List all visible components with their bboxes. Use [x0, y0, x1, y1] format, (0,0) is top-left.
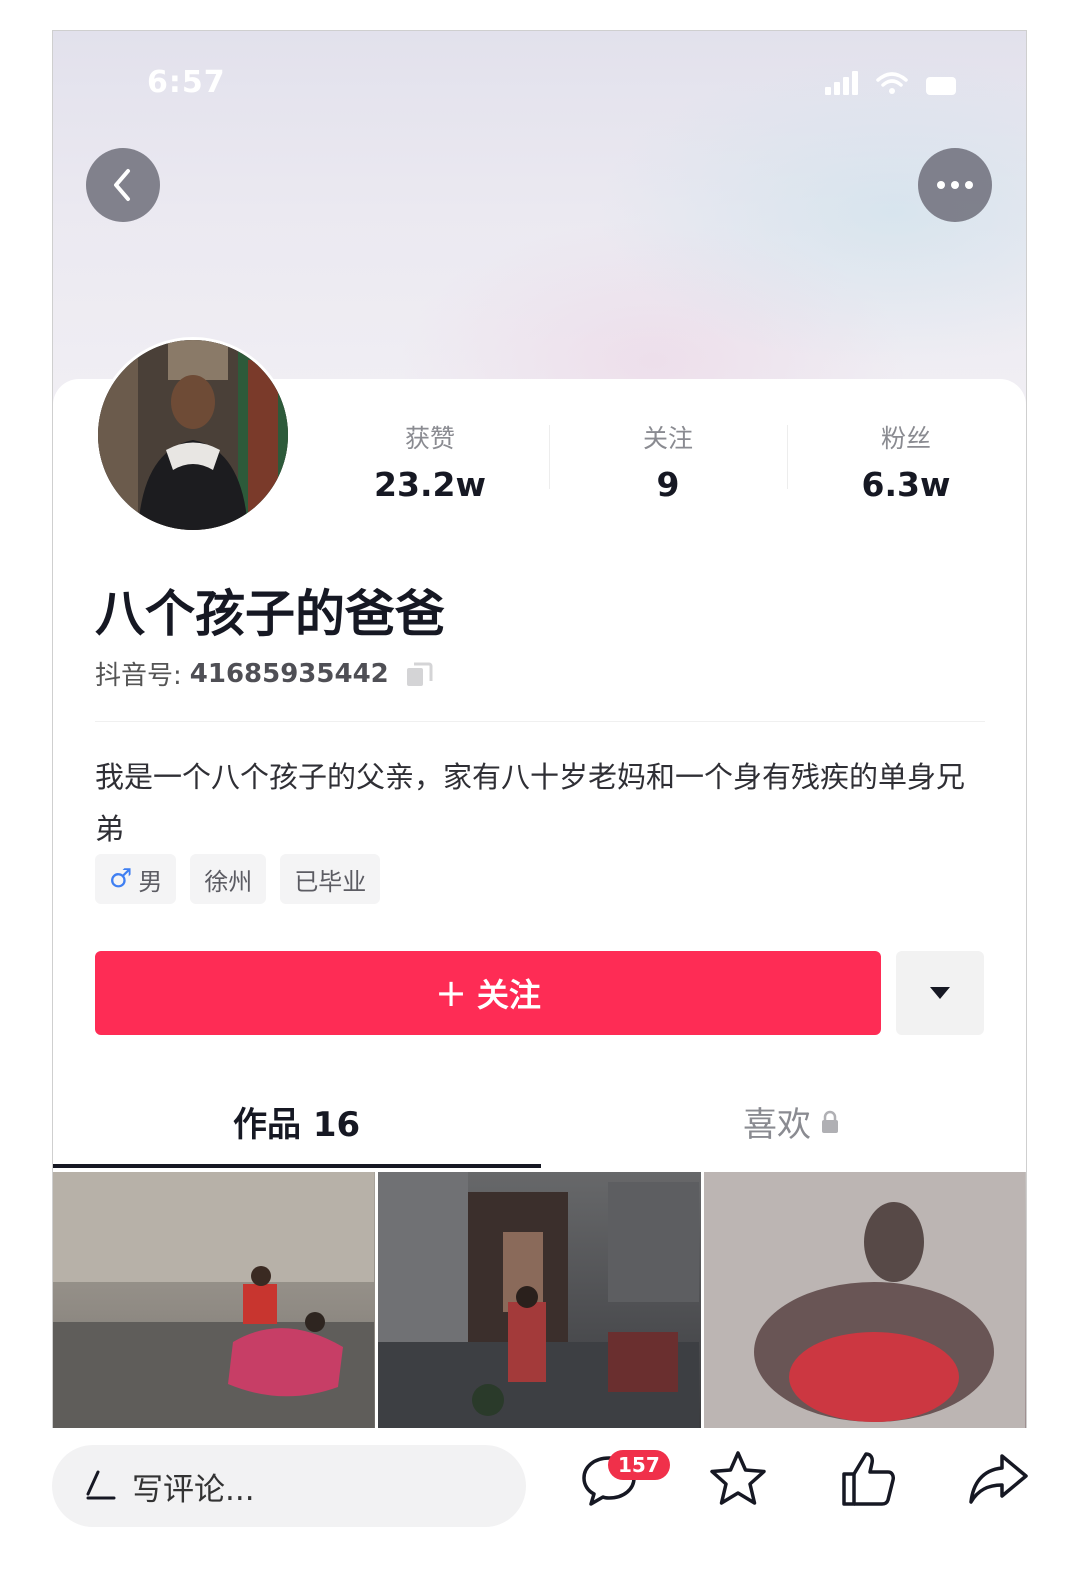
divider: [95, 721, 985, 722]
stat-label: 关注: [642, 424, 693, 453]
work-thumbnail[interactable]: [378, 1172, 701, 1429]
tag-gender-label: 男: [138, 867, 163, 896]
profile-bio: 我是一个八个孩子的父亲，家有八十岁老妈和一个身有残疾的单身兄弟: [95, 760, 966, 846]
favorite-button[interactable]: [706, 1448, 770, 1510]
share-icon: [969, 1454, 1028, 1504]
more-icon: [937, 181, 973, 189]
comment-placeholder: 写评论...: [132, 1471, 255, 1508]
share-button[interactable]: [966, 1448, 1030, 1510]
avatar-photo: [98, 340, 288, 530]
account-id-value: 41685935442: [189, 658, 389, 689]
recommend-dropdown-button[interactable]: [896, 951, 984, 1035]
profile-stats: 获赞 23.2w 关注 9 粉丝 6.3w: [311, 419, 1026, 504]
work-thumbnail[interactable]: [53, 1172, 376, 1429]
signal-icon: [825, 71, 858, 95]
account-id-label: 抖音号:: [95, 661, 182, 691]
stat-label: 粉丝: [880, 424, 931, 453]
comment-input[interactable]: 写评论...: [52, 1445, 526, 1527]
tag-city-label: 徐州: [204, 867, 253, 896]
status-icons: [825, 71, 956, 95]
follow-label: 关注: [476, 976, 541, 1014]
star-icon: [710, 1451, 766, 1505]
wifi-icon: [876, 72, 908, 94]
active-tab-indicator: [53, 1164, 541, 1168]
stat-followers[interactable]: 粉丝 6.3w: [787, 419, 1025, 504]
dropdown-icon: [930, 987, 950, 999]
profile-name: 八个孩子的爸爸: [95, 585, 445, 643]
plus-icon: +: [435, 971, 467, 1015]
stat-following[interactable]: 关注 9: [549, 419, 787, 504]
tag-education: 已毕业: [280, 854, 381, 904]
like-button[interactable]: [836, 1448, 898, 1510]
thumbs-up-icon: [842, 1452, 895, 1506]
lock-icon: [822, 1110, 838, 1133]
tag-gender: ♂ 男: [95, 854, 177, 904]
account-id-row: 抖音号: 41685935442: [95, 655, 435, 692]
tab-likes-label: 喜欢: [743, 1105, 811, 1145]
profile-screenshot: 6:57 获赞 23.2w 关注 9 粉丝 6.3w 八个孩子的爸爸 抖音号: …: [52, 30, 1027, 1429]
tab-likes[interactable]: 喜欢: [743, 1097, 839, 1146]
battery-icon: [926, 77, 956, 95]
male-icon: ♂: [109, 864, 133, 894]
avatar[interactable]: [95, 337, 291, 533]
stat-likes[interactable]: 获赞 23.2w: [311, 419, 549, 504]
stat-label: 获赞: [404, 424, 455, 453]
follow-button[interactable]: + 关注: [95, 951, 881, 1035]
work-thumbnail[interactable]: [703, 1172, 1026, 1429]
back-icon: [114, 169, 130, 201]
works-grid: [53, 1172, 1026, 1429]
stat-value: 6.3w: [861, 465, 951, 504]
comment-count-badge: 157: [608, 1450, 670, 1480]
profile-tags: ♂ 男 徐州 已毕业: [95, 854, 381, 904]
copy-icon[interactable]: [405, 660, 435, 688]
stat-value: 23.2w: [374, 465, 486, 504]
comment-bar: 写评论... 157: [0, 1428, 1080, 1571]
stat-value: 9: [656, 465, 680, 504]
tag-city: 徐州: [190, 854, 267, 904]
more-button[interactable]: [918, 148, 992, 222]
pen-icon: [84, 1470, 118, 1502]
tab-works[interactable]: 作品 16: [233, 1097, 360, 1146]
status-time: 6:57: [147, 65, 226, 100]
tag-education-label: 已毕业: [294, 867, 367, 896]
back-button[interactable]: [86, 148, 160, 222]
